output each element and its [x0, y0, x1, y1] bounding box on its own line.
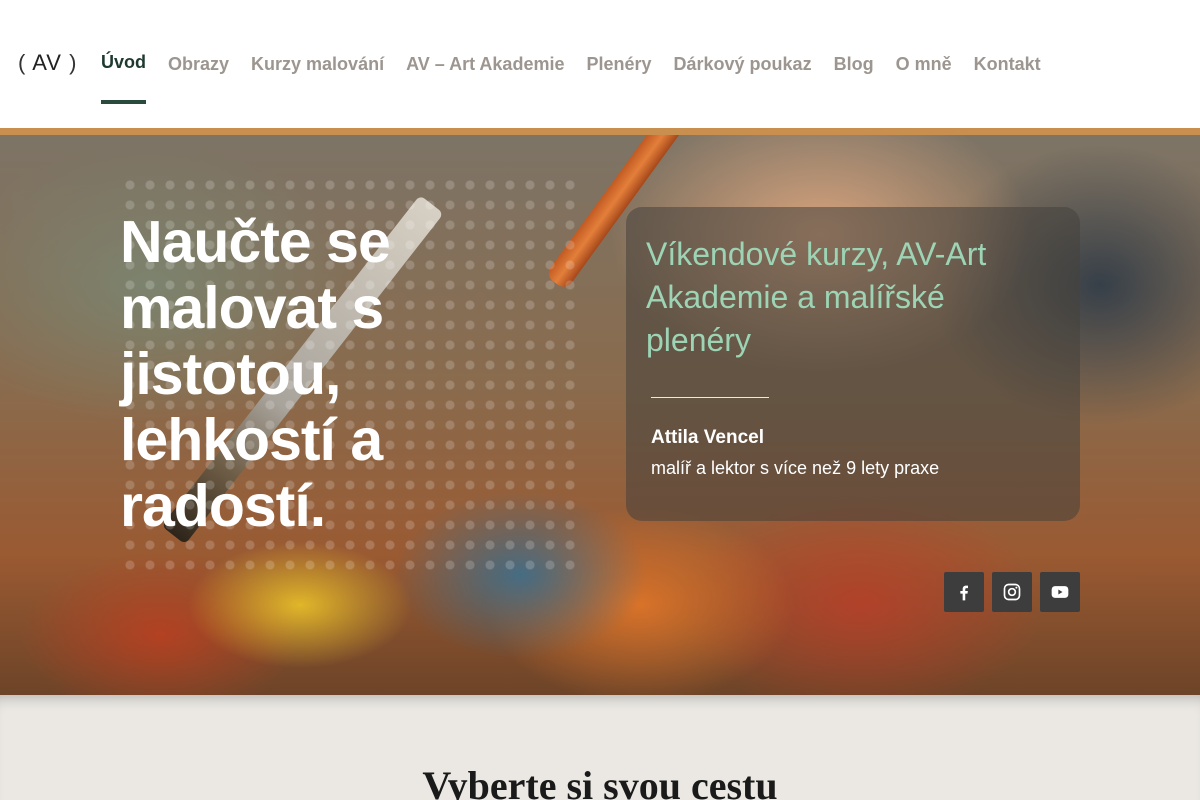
youtube-link[interactable] — [1040, 572, 1080, 612]
card-divider — [651, 397, 769, 398]
hero-heading: Naučte se malovat s jistotou, lehkostí a… — [120, 209, 391, 539]
facebook-icon — [960, 585, 968, 601]
facebook-link[interactable] — [944, 572, 984, 612]
header-accent-stripe — [0, 128, 1200, 135]
logo-text: AV — [32, 50, 62, 75]
author-role: malíř a lektor s více než 9 lety praxe — [651, 458, 940, 478]
instagram-icon — [1003, 583, 1021, 601]
author-name: Attila Vencel — [651, 427, 764, 448]
logo-left-paren: ( — [18, 50, 27, 75]
youtube-icon — [1051, 586, 1069, 598]
card-title: Víkendové kurzy, AV-Art Akademie a malíř… — [646, 236, 987, 358]
site-logo[interactable]: ( AV ) — [18, 50, 77, 76]
section-title: Vyberte si svou cestu — [422, 763, 778, 800]
main-nav: Úvod Obrazy Kurzy malování AV – Art Akad… — [101, 0, 1063, 128]
nav-item-o-mne[interactable]: O mně — [896, 0, 952, 104]
nav-item-kurzy-malovani[interactable]: Kurzy malování — [251, 0, 384, 104]
nav-item-uvod[interactable]: Úvod — [101, 0, 146, 104]
nav-item-darkovy-poukaz[interactable]: Dárkový poukaz — [674, 0, 812, 104]
nav-item-kontakt[interactable]: Kontakt — [974, 0, 1041, 104]
hero-section: Naučte se malovat s jistotou, lehkostí a… — [0, 135, 1200, 695]
nav-item-plenery[interactable]: Plenéry — [586, 0, 651, 104]
site-header: ( AV ) Úvod Obrazy Kurzy malování AV – A… — [0, 0, 1200, 128]
hero-info-card: Víkendové kurzy, AV-Art Akademie a malíř… — [626, 207, 1080, 521]
nav-item-obrazy[interactable]: Obrazy — [168, 0, 229, 104]
nav-item-art-akademie[interactable]: AV – Art Akademie — [406, 0, 564, 104]
instagram-link[interactable] — [992, 572, 1032, 612]
nav-item-blog[interactable]: Blog — [834, 0, 874, 104]
logo-right-paren: ) — [69, 50, 78, 75]
